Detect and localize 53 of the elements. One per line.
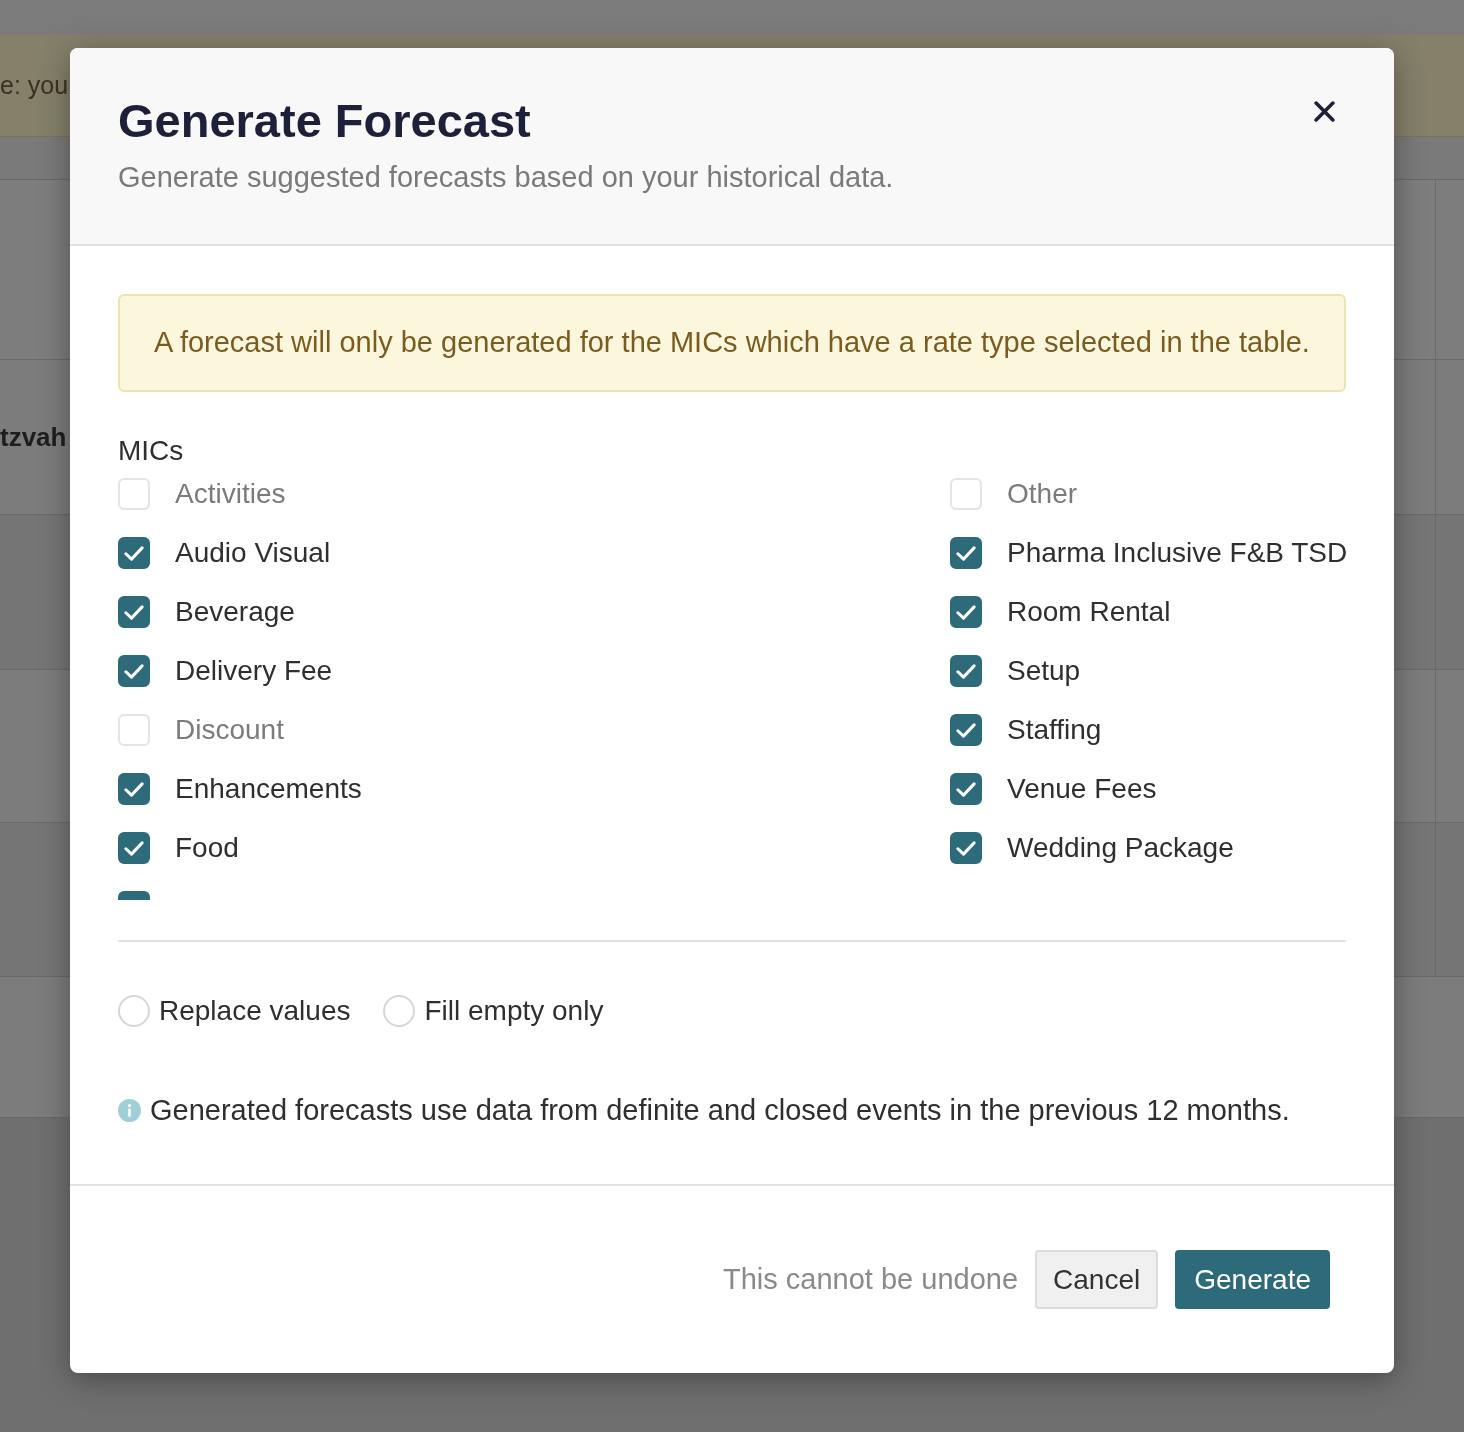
dialog-subtitle: Generate suggested forecasts based on your historical data. (118, 161, 894, 194)
checkbox[interactable] (950, 773, 982, 805)
checkbox-label: Staffing (1007, 714, 1102, 746)
checkbox[interactable] (118, 773, 150, 805)
checkbox-label: Other (1007, 478, 1078, 510)
checkmark-icon (956, 604, 976, 620)
checkbox-label: Beverage (175, 596, 295, 628)
checkbox[interactable] (118, 537, 150, 569)
cancel-button[interactable]: Cancel (1035, 1250, 1159, 1309)
checkmark-icon (124, 545, 144, 561)
alert-message: A forecast will only be generated for the MICs which have a rate type selected in the table. (118, 294, 1346, 392)
radio-button[interactable] (383, 995, 416, 1027)
warning-text: This cannot be undone (723, 1261, 1019, 1297)
checkbox-label: Pharma Inclusive F&B TSD (1007, 537, 1348, 569)
checkbox-label: Audio Visual (175, 537, 331, 569)
checkbox[interactable] (118, 596, 150, 628)
checkmark-icon (124, 663, 144, 679)
info-text: Generated forecasts use data from definite and closed events in the previous 12 months. (150, 1095, 1290, 1126)
checkbox[interactable] (950, 537, 982, 569)
checkbox-label: Wedding Package (1007, 832, 1234, 864)
banner-text: e: you (0, 69, 69, 101)
info-icon (118, 1099, 141, 1122)
checkbox[interactable] (118, 655, 150, 687)
checkbox-label: Enhancements (175, 773, 362, 805)
checkbox-label: Room Rental (1007, 596, 1171, 628)
checkbox-label: Setup (1007, 655, 1081, 687)
checkmark-icon (124, 840, 144, 856)
checkbox-label: Delivery Fee (175, 655, 333, 687)
checkmark-icon (956, 722, 976, 738)
checkmark-icon (956, 545, 976, 561)
close-icon[interactable] (1314, 101, 1335, 122)
checkbox[interactable] (118, 832, 150, 864)
checkbox-label: Activities (175, 478, 286, 510)
checkbox-label: Venue Fees (1007, 773, 1157, 805)
dialog-title: Generate Forecast (118, 93, 532, 149)
checkbox[interactable] (950, 714, 982, 746)
section-label: MICs (118, 435, 184, 466)
generate-button[interactable]: Generate (1175, 1250, 1330, 1309)
checkmark-icon (124, 604, 144, 620)
checkbox[interactable] (950, 655, 982, 687)
checkbox-label: Food (175, 832, 239, 864)
checkmark-icon (956, 663, 976, 679)
checkbox[interactable] (950, 596, 982, 628)
radio-label: Fill empty only (424, 995, 604, 1027)
radio-button[interactable] (118, 995, 150, 1027)
checkbox[interactable] (950, 832, 982, 864)
checkbox[interactable] (118, 891, 150, 900)
checkmark-icon (124, 781, 144, 797)
table-cell-text: tzvah (0, 420, 67, 454)
checkmark-icon (956, 840, 976, 856)
radio-label: Replace values (159, 995, 351, 1027)
checkbox-label: Discount (175, 714, 284, 746)
checkmark-icon (956, 781, 976, 797)
